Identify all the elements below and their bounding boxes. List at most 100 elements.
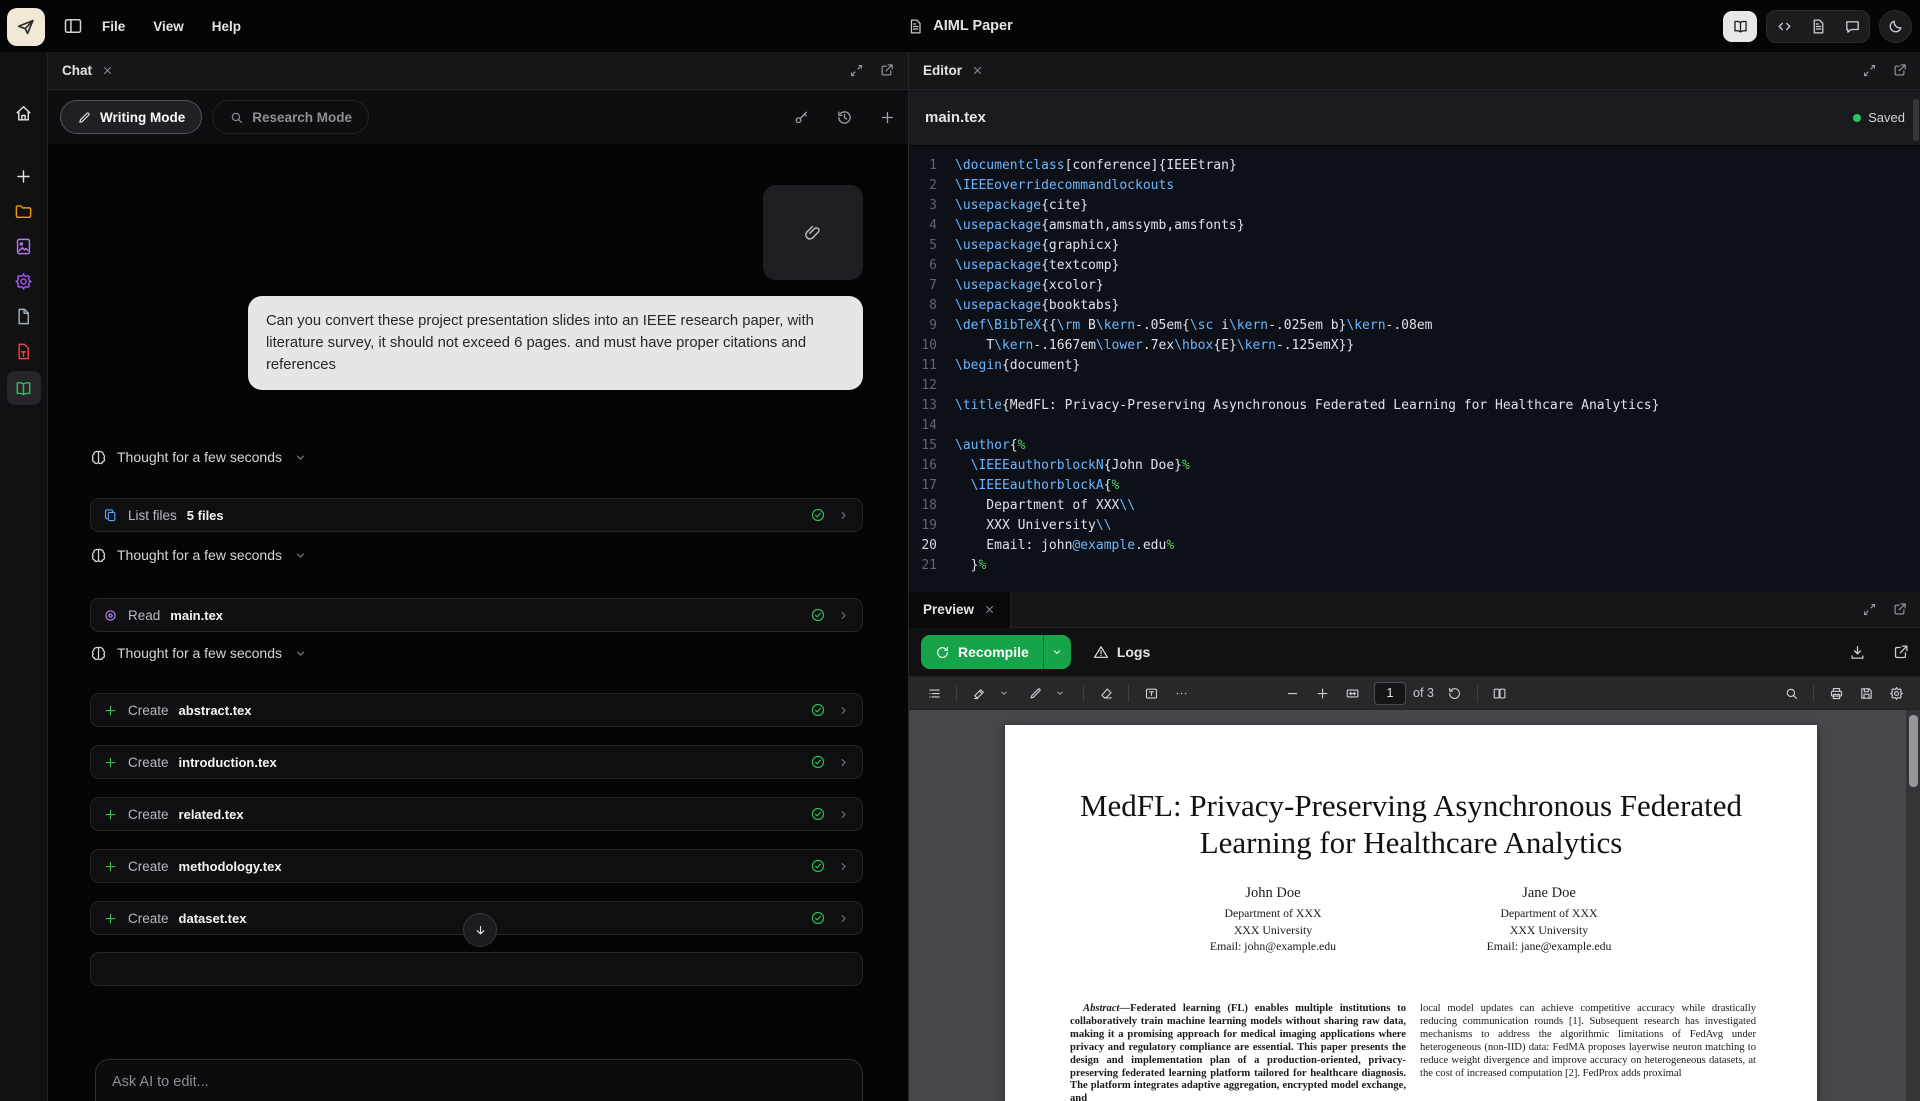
chat-view-button[interactable] — [1835, 11, 1869, 42]
code-line[interactable]: 4\usepackage{amsmath,amssymb,amsfonts} — [909, 216, 1920, 236]
chevron-down-button[interactable] — [1048, 681, 1072, 705]
logs-button[interactable]: Logs — [1093, 644, 1150, 660]
more-tools-button[interactable] — [1169, 681, 1193, 705]
code-line[interactable]: 21 }% — [909, 556, 1920, 576]
open-book-button[interactable] — [7, 371, 41, 405]
menu-view[interactable]: View — [153, 19, 184, 34]
menu-file[interactable]: File — [102, 19, 125, 34]
editor-file-header: main.tex Saved — [909, 90, 1920, 146]
thought-row[interactable]: Thought for a few seconds — [90, 643, 863, 663]
theme-toggle-button[interactable] — [1879, 10, 1912, 43]
tab-editor[interactable]: Editor — [923, 63, 962, 78]
code-line[interactable]: 12 — [909, 376, 1920, 396]
code-line[interactable]: 19 XXX University\\ — [909, 516, 1920, 536]
image-file-button[interactable] — [9, 231, 39, 261]
highlighter-tool-button[interactable] — [967, 681, 991, 705]
tex-file-button[interactable] — [9, 336, 39, 366]
attachment-card[interactable] — [763, 185, 863, 280]
code-line[interactable]: 10 T\kern-.1667em\lower.7ex\hbox{E}\kern… — [909, 336, 1920, 356]
code-line[interactable]: 8\usepackage{booktabs} — [909, 296, 1920, 316]
open-external-icon[interactable] — [1892, 63, 1907, 78]
new-chat-icon[interactable] — [879, 109, 896, 126]
zoom-out-button[interactable] — [1280, 681, 1304, 705]
recompile-button[interactable]: Recompile — [921, 635, 1071, 669]
app-logo[interactable] — [7, 8, 45, 46]
code-line[interactable]: 7\usepackage{xcolor} — [909, 276, 1920, 296]
code-line[interactable]: 1\documentclass[conference]{IEEEtran} — [909, 156, 1920, 176]
fit-width-button[interactable] — [1340, 681, 1364, 705]
code-line[interactable]: 5\usepackage{graphicx} — [909, 236, 1920, 256]
titlebar: File View Help AIML Paper — [0, 0, 1920, 52]
expand-panel-icon[interactable] — [1862, 63, 1877, 78]
tab-preview[interactable]: Preview — [909, 592, 1011, 628]
close-icon[interactable] — [101, 64, 114, 77]
code-line[interactable]: 3\usepackage{cite} — [909, 196, 1920, 216]
chat-input[interactable] — [112, 1074, 846, 1101]
tab-chat[interactable]: Chat — [62, 63, 92, 78]
text-tool-button[interactable] — [1139, 681, 1163, 705]
settings-button[interactable] — [9, 266, 39, 296]
expand-panel-icon[interactable] — [849, 63, 864, 78]
pdf-scrollbar-thumb[interactable] — [1909, 715, 1918, 787]
code-line[interactable]: 2\IEEEoverridecommandlockouts — [909, 176, 1920, 196]
tool-step-card[interactable]: Createabstract.tex — [90, 693, 863, 727]
code-view-button[interactable] — [1767, 11, 1801, 42]
code-editor[interactable]: 1\documentclass[conference]{IEEEtran}2\I… — [909, 146, 1920, 592]
eraser-tool-button[interactable] — [1094, 681, 1118, 705]
pdf-viewer[interactable]: MedFL: Privacy-Preserving Asynchronous F… — [909, 710, 1920, 1101]
code-line[interactable]: 9\def\BibTeX{{\rm B\kern-.05em{\sc i\ker… — [909, 316, 1920, 336]
thought-row[interactable]: Thought for a few seconds — [90, 447, 863, 467]
pdf-toolbar: of 3 — [909, 676, 1920, 710]
zoom-in-button[interactable] — [1310, 681, 1334, 705]
history-icon[interactable] — [836, 109, 853, 126]
code-line[interactable]: 15\author{% — [909, 436, 1920, 456]
open-external-icon[interactable] — [879, 63, 894, 78]
code-line[interactable]: 14 — [909, 416, 1920, 436]
thought-row[interactable]: Thought for a few seconds — [90, 545, 863, 565]
api-key-icon[interactable] — [793, 109, 810, 126]
menu-help[interactable]: Help — [212, 19, 241, 34]
files-folder-button[interactable] — [9, 196, 39, 226]
document-view-button[interactable] — [1801, 11, 1835, 42]
save-pdf-button[interactable] — [1854, 681, 1878, 705]
open-external-icon[interactable] — [1892, 644, 1909, 661]
expand-panel-icon[interactable] — [1862, 602, 1877, 617]
print-button[interactable] — [1824, 681, 1848, 705]
tool-step-card[interactable]: Createmethodology.tex — [90, 849, 863, 883]
tool-step-card[interactable]: List files5 files — [90, 498, 863, 532]
search-document-button[interactable] — [1779, 681, 1803, 705]
draw-tool-button[interactable] — [1023, 681, 1047, 705]
code-line[interactable]: 17 \IEEEauthorblockA{% — [909, 476, 1920, 496]
blank-file-button[interactable] — [9, 301, 39, 331]
research-mode-button[interactable]: Research Mode — [212, 100, 369, 134]
code-line[interactable]: 6\usepackage{textcomp} — [909, 256, 1920, 276]
reader-view-button[interactable] — [1723, 11, 1757, 42]
writing-mode-button[interactable]: Writing Mode — [60, 100, 202, 134]
tool-step-card[interactable]: Createintroduction.tex — [90, 745, 863, 779]
page-number-input[interactable] — [1374, 682, 1406, 705]
panel-toggle-icon[interactable] — [63, 16, 83, 36]
open-external-icon[interactable] — [1892, 602, 1907, 617]
code-line[interactable]: 18 Department of XXX\\ — [909, 496, 1920, 516]
home-button[interactable] — [9, 98, 39, 128]
tool-step-card[interactable]: Readmain.tex — [90, 598, 863, 632]
recompile-options-button[interactable] — [1043, 635, 1071, 669]
code-line[interactable]: 11\begin{document} — [909, 356, 1920, 376]
new-project-button[interactable] — [9, 161, 39, 191]
tool-step-card[interactable]: Createrelated.tex — [90, 797, 863, 831]
rotate-page-button[interactable] — [1443, 681, 1467, 705]
tool-step-card-partial[interactable] — [90, 952, 863, 986]
close-icon[interactable] — [971, 64, 984, 77]
code-line[interactable]: 13\title{MedFL: Privacy-Preserving Async… — [909, 396, 1920, 416]
code-line[interactable]: 16 \IEEEauthorblockN{John Doe}% — [909, 456, 1920, 476]
toggle-sidebar-button[interactable] — [922, 681, 946, 705]
code-line[interactable]: 20 Email: john@example.edu% — [909, 536, 1920, 556]
editor-scrollbar[interactable] — [1913, 99, 1919, 141]
page-spread-button[interactable] — [1488, 681, 1512, 705]
pdf-settings-button[interactable] — [1884, 681, 1908, 705]
close-icon[interactable] — [983, 603, 996, 616]
download-pdf-icon[interactable] — [1849, 644, 1866, 661]
chevron-down-button[interactable] — [992, 681, 1016, 705]
scroll-to-bottom-button[interactable] — [463, 913, 497, 947]
pdf-scrollbar[interactable] — [1906, 710, 1920, 1101]
